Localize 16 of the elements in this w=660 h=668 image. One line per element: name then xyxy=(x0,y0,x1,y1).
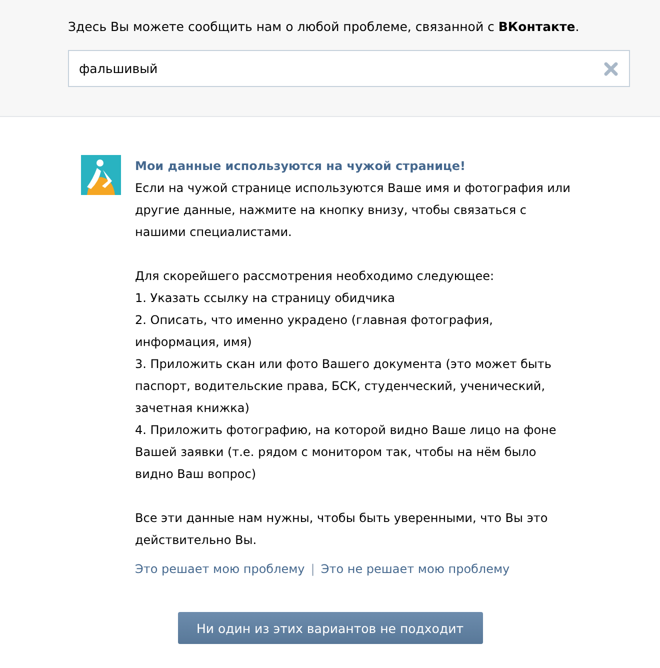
search-field[interactable]: фальшивый xyxy=(68,50,630,87)
description-text: Если на чужой странице используются Ваше имя и фотография или другие данные, нажмите на кнопку внизу, чтобы связаться с нашими специалистами. xyxy=(135,180,572,241)
answer-title: Мои данные используются на чужой странице! xyxy=(135,158,467,175)
requirement-item: 1. Указать ссылку на страницу обидчика xyxy=(135,290,396,307)
intro-text: Здесь Вы можете сообщить нам о любой проблеме, связанной с ВКонтакте. xyxy=(68,18,580,36)
meditating-figure-icon xyxy=(81,155,121,195)
requirement-item: 4. Приложить фотографию, на которой видно Ваше лицо на фоне Вашей заявки (т.е. рядом с монитором так, чтобы на нём было видно Ваш вопрос) xyxy=(135,422,558,483)
solved-link[interactable]: Это решает мою проблему xyxy=(135,558,305,580)
requirement-item: 3. Приложить скан или фото Вашего документа (это может быть паспорт, водительские права, БСК, студенческий, ученический, зачетная книжка) xyxy=(135,356,552,417)
none-fit-button[interactable]: Ни один из этих вариантов не подходит xyxy=(178,612,482,644)
link-separator: | xyxy=(310,561,315,578)
requirements-heading: Для скорейшего рассмотрения необходимо следующее: xyxy=(135,268,496,285)
clear-icon[interactable] xyxy=(604,62,618,76)
closing-text: Все эти данные нам нужны, чтобы быть уверенными, что Вы это действительно Вы. xyxy=(135,510,549,549)
not-solved-link[interactable]: Это не решает мою проблему xyxy=(320,558,510,580)
requirement-item: 2. Описать, что именно украдено (главная фотография, информация, имя) xyxy=(135,312,494,351)
